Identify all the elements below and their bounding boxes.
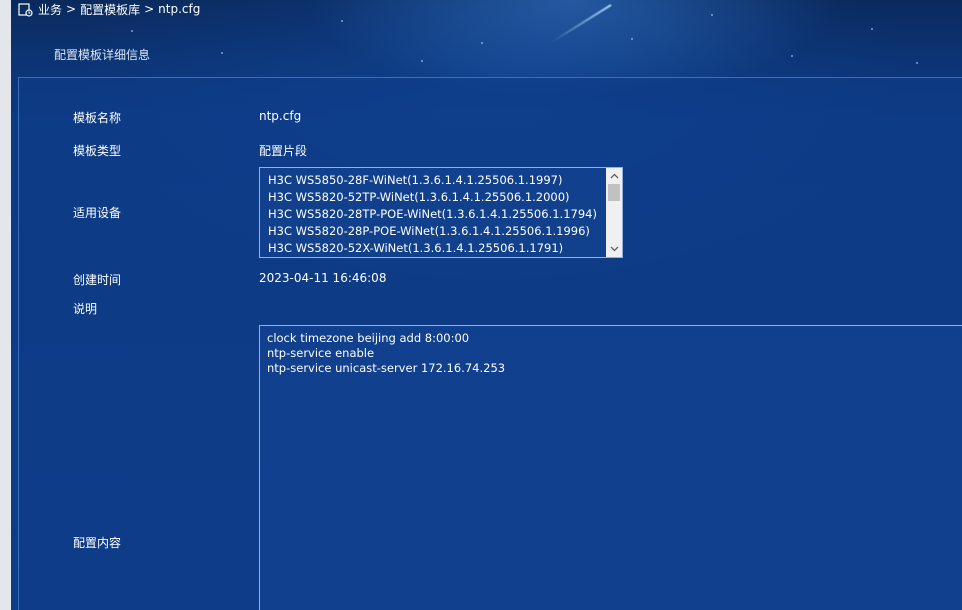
device-items: H3C WS5850-28F-WiNet(1.3.6.1.4.1.25506.1… — [260, 168, 606, 257]
config-content-textarea[interactable]: clock timezone beijing add 8:00:00 ntp-s… — [259, 325, 962, 610]
breadcrumb-separator: > — [144, 2, 155, 16]
created-time-value: 2023-04-11 16:46:08 — [259, 271, 387, 285]
breadcrumb-item-current: ntp.cfg — [158, 2, 201, 16]
config-content-label: 配置内容 — [73, 536, 122, 550]
app-window: 业务 > 配置模板库 > ntp.cfg 配置模板详细信息 模板名称 ntp.c… — [11, 0, 962, 610]
list-item[interactable]: H3C WS5820-52X-WiNet(1.3.6.1.4.1.25506.1… — [268, 240, 606, 257]
template-name-value: ntp.cfg — [259, 109, 302, 123]
breadcrumb-separator: > — [66, 2, 77, 16]
background-light-streak — [551, 4, 612, 43]
list-item[interactable]: H3C WS5820-52TP-WiNet(1.3.6.1.4.1.25506.… — [268, 189, 606, 206]
applicable-devices-label: 适用设备 — [73, 206, 122, 220]
list-item[interactable]: H3C WS5850-28F-WiNet(1.3.6.1.4.1.25506.1… — [268, 172, 606, 189]
breadcrumb-item-business[interactable]: 业务 — [38, 1, 62, 18]
template-type-label: 模板类型 — [73, 144, 122, 158]
chevron-down-icon[interactable] — [606, 241, 622, 257]
device-list-scrollbar[interactable] — [606, 168, 622, 257]
config-content-text: clock timezone beijing add 8:00:00 ntp-s… — [267, 331, 506, 375]
breadcrumb-item-template-library[interactable]: 配置模板库 — [80, 1, 140, 18]
breadcrumb: 业务 > 配置模板库 > ntp.cfg — [18, 0, 200, 18]
list-item[interactable]: H3C WS5820-28P-POE-WiNet(1.3.6.1.4.1.255… — [268, 223, 606, 240]
section-title: 配置模板详细信息 — [54, 48, 151, 62]
applicable-devices-listbox[interactable]: H3C WS5850-28F-WiNet(1.3.6.1.4.1.25506.1… — [259, 167, 623, 258]
description-label: 说明 — [73, 302, 98, 316]
created-time-label: 创建时间 — [73, 273, 122, 287]
list-item[interactable]: H3C WS5820-28TP-POE-WiNet(1.3.6.1.4.1.25… — [268, 206, 606, 223]
template-folder-icon — [18, 2, 33, 17]
template-type-value: 配置片段 — [259, 144, 308, 158]
template-name-label: 模板名称 — [73, 111, 122, 125]
chevron-up-icon[interactable] — [606, 168, 622, 184]
scrollbar-thumb[interactable] — [608, 184, 620, 201]
